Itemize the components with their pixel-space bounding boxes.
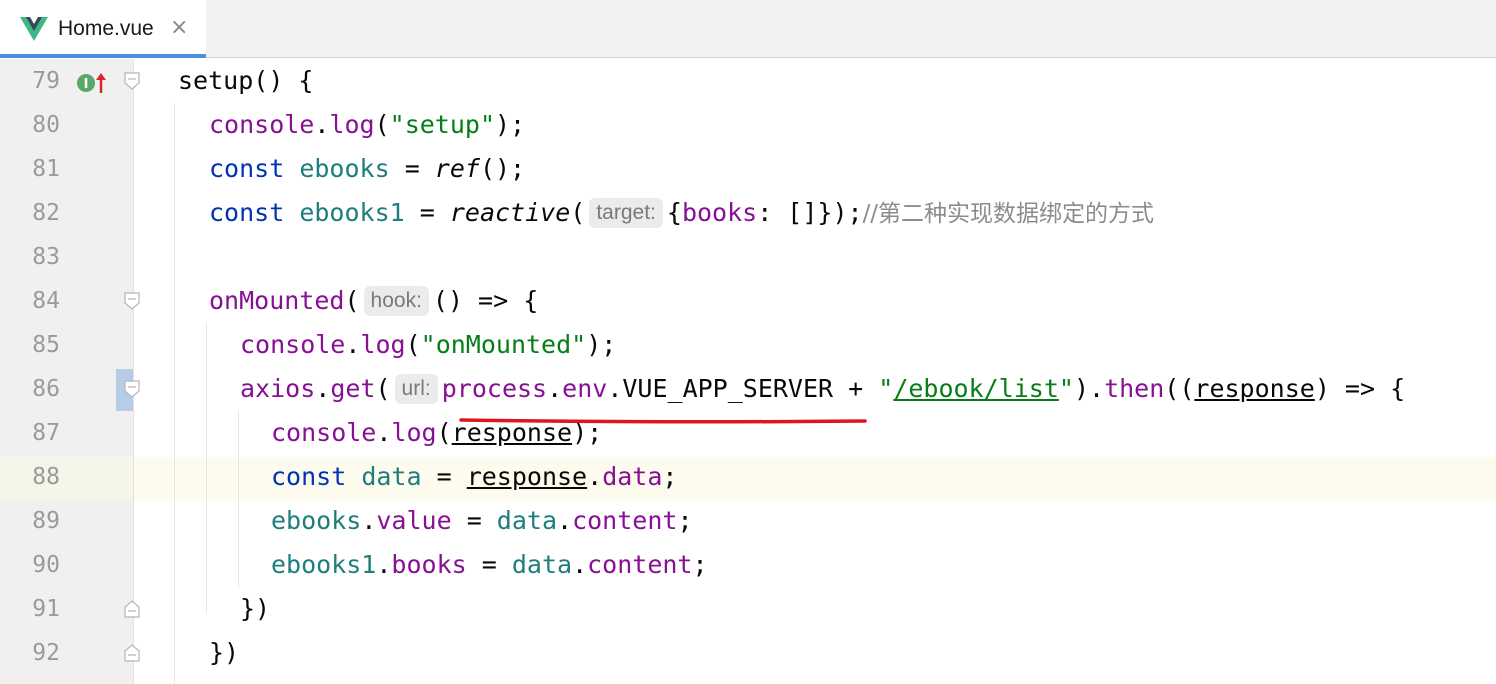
line-number: 89 [32, 508, 60, 534]
indent-guide [174, 103, 175, 684]
line-number: 82 [32, 200, 60, 226]
tab-home-vue[interactable]: Home.vue × [0, 0, 206, 58]
code-line: }) [240, 594, 271, 623]
line-number: 85 [32, 332, 60, 358]
code-line: const ebooks = ref(); [209, 154, 526, 183]
line-number: 87 [32, 420, 60, 446]
red-underline-annotation [459, 418, 867, 424]
line-number: 79 [32, 68, 60, 94]
implementing-method-icon[interactable]: I [76, 71, 108, 95]
fold-icon[interactable] [124, 72, 140, 90]
code-line: setup() { [178, 66, 314, 95]
fold-end-icon[interactable] [124, 644, 140, 662]
code-line: ebooks1.books = data.content; [271, 550, 708, 579]
code-line: ebooks.value = data.content; [271, 506, 693, 535]
line-number: 84 [32, 288, 60, 314]
line-number: 86 [32, 376, 60, 402]
line-number: 92 [32, 640, 60, 666]
parameter-hint: hook: [363, 286, 429, 316]
line-number: 83 [32, 244, 60, 270]
current-line-highlight [0, 457, 1496, 501]
line-number: 90 [32, 552, 60, 578]
code-line: onMounted(hook:() => { [209, 286, 539, 316]
editor-tab-bar: Home.vue × [0, 0, 1496, 58]
indent-guide [238, 411, 239, 587]
parameter-hint: target: [589, 198, 663, 228]
code-line: console.log("onMounted"); [240, 330, 617, 359]
tab-label: Home.vue [58, 17, 154, 40]
gutter-icon-letter: I [84, 77, 89, 92]
code-line: console.log("setup"); [209, 110, 526, 139]
vue-icon [20, 17, 48, 41]
code-line: axios.get(url: process.env.VUE_APP_SERVER… [240, 374, 1406, 404]
code-line: }) [209, 638, 240, 667]
code-line: const ebooks1 = reactive(target: {books: … [209, 198, 1155, 228]
close-tab-icon[interactable]: × [170, 15, 188, 41]
line-number: 91 [32, 596, 60, 622]
fold-icon[interactable] [124, 380, 140, 398]
indent-guide [206, 323, 207, 613]
fold-icon[interactable] [124, 292, 140, 310]
code-line: const data = response.data; [271, 462, 678, 491]
line-number: 80 [32, 112, 60, 138]
line-number: 81 [32, 156, 60, 182]
fold-end-icon[interactable] [124, 600, 140, 618]
code-comment: //第二种实现数据绑定的方式 [862, 201, 1155, 227]
url-string: /ebook/list [893, 374, 1059, 403]
code-editor[interactable]: 79 80 81 82 83 84 85 86 87 88 89 90 91 9… [0, 59, 1496, 684]
parameter-hint: url: [394, 374, 438, 404]
line-number: 88 [32, 464, 60, 490]
gutter-divider [133, 59, 134, 684]
